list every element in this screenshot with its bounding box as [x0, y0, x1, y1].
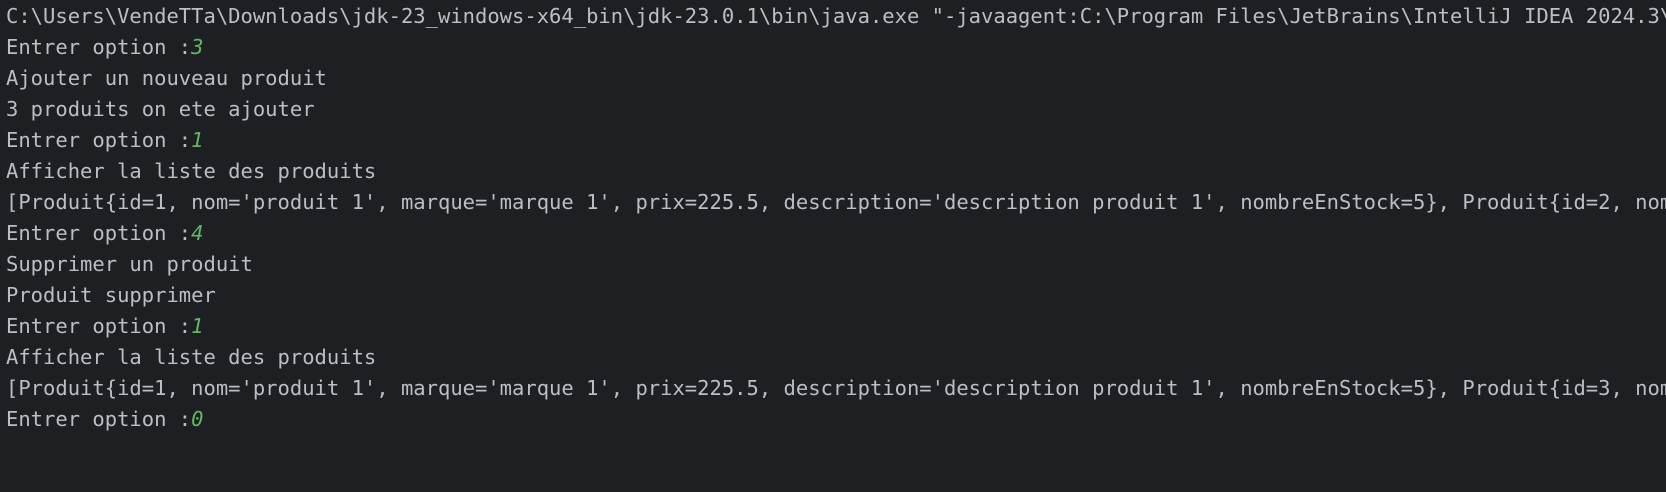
- console-line-prompt: Entrer option :3: [6, 31, 203, 64]
- console-line-output: Afficher la liste des produits: [6, 345, 377, 369]
- prompt-text: Entrer option :: [6, 407, 192, 431]
- user-input-text: 1: [191, 314, 204, 338]
- user-input-text: 1: [191, 128, 204, 152]
- console-line-output: Supprimer un produit: [6, 252, 253, 276]
- user-input-text: 4: [191, 221, 204, 245]
- user-input-text: 3: [191, 35, 204, 59]
- prompt-text: Entrer option :: [6, 314, 192, 338]
- console-line-output: Afficher la liste des produits: [6, 159, 377, 183]
- run-console[interactable]: C:\Users\VendeTTa\Downloads\jdk-23_windo…: [0, 0, 1666, 492]
- user-input-text: 0: [191, 407, 204, 431]
- java-command-line: C:\Users\VendeTTa\Downloads\jdk-23_windo…: [6, 4, 1666, 28]
- prompt-text: Entrer option :: [6, 35, 192, 59]
- prompt-text: Entrer option :: [6, 128, 192, 152]
- console-line-output: Ajouter un nouveau produit: [6, 66, 327, 90]
- prompt-text: Entrer option :: [6, 221, 192, 245]
- console-line-output: Produit supprimer: [6, 283, 216, 307]
- console-line-output: 3 produits on ete ajouter: [6, 97, 315, 121]
- console-line-prompt: Entrer option :1: [6, 124, 203, 157]
- console-line-prompt: Entrer option :4: [6, 217, 203, 250]
- console-line-product-list: [Produit{id=1, nom='produit 1', marque='…: [6, 376, 1666, 400]
- console-line-product-list: [Produit{id=1, nom='produit 1', marque='…: [6, 190, 1666, 214]
- console-line-prompt: Entrer option :0: [6, 403, 203, 436]
- console-line-prompt: Entrer option :1: [6, 310, 203, 343]
